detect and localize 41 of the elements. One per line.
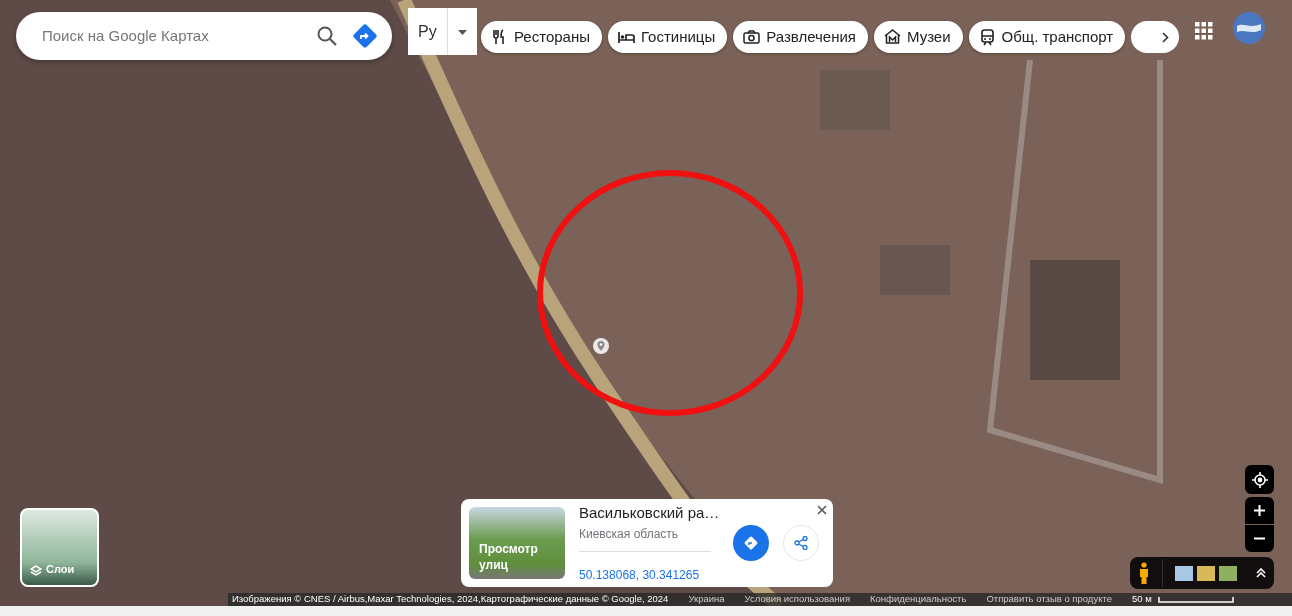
share-button[interactable] bbox=[783, 525, 820, 561]
footer-link[interactable]: Отправить отзыв о продукте bbox=[986, 592, 1112, 606]
plus-icon bbox=[1254, 505, 1265, 516]
street-view-button[interactable]: Просмотр улиц bbox=[469, 507, 565, 579]
camera-icon bbox=[743, 28, 761, 46]
close-icon[interactable] bbox=[817, 505, 827, 515]
museum-icon bbox=[883, 28, 901, 46]
category-chip[interactable]: Гостиницы bbox=[608, 21, 728, 53]
expand-icon[interactable] bbox=[1256, 568, 1266, 578]
directions-button[interactable] bbox=[733, 525, 770, 561]
layers-icon bbox=[30, 565, 42, 577]
scale-bar-icon bbox=[1157, 596, 1234, 603]
category-chip[interactable]: Развлечения bbox=[733, 21, 868, 53]
footer-link[interactable]: Конфиденциальность bbox=[870, 592, 967, 606]
pegman-icon[interactable] bbox=[1138, 562, 1150, 584]
apps-grid-icon[interactable] bbox=[1195, 22, 1213, 40]
attribution-text: Изображения © CNES / Airbus,Maxar Technologies, 2024,Картографические данные © Google, 2024 bbox=[232, 592, 669, 606]
place-region: Киевская область bbox=[579, 524, 711, 552]
search-icon[interactable] bbox=[316, 25, 338, 47]
minus-icon bbox=[1254, 537, 1265, 540]
location-target-icon bbox=[1251, 471, 1268, 488]
location-pin-icon bbox=[592, 337, 610, 355]
coordinates-link[interactable]: 50.138068, 30.341265 bbox=[579, 565, 720, 584]
my-location-button[interactable] bbox=[1245, 465, 1274, 494]
caret-icon bbox=[457, 29, 467, 35]
footer-link[interactable]: Украина bbox=[688, 592, 725, 606]
scale-label: 50 м bbox=[1131, 592, 1152, 606]
footer-link[interactable]: Условия использования bbox=[744, 592, 851, 606]
place-title: Васильковский ра… bbox=[579, 503, 720, 524]
category-chip[interactable]: Общ. транспорт bbox=[968, 21, 1126, 53]
category-chip[interactable]: Рестораны bbox=[481, 21, 602, 53]
zoom-in-button[interactable] bbox=[1245, 497, 1274, 524]
chevron-right-icon bbox=[1162, 31, 1170, 43]
search-box[interactable]: Поиск на Google Картах bbox=[16, 12, 392, 60]
category-chip[interactable]: Музеи bbox=[873, 21, 963, 53]
zoom-out-button[interactable] bbox=[1245, 525, 1274, 552]
sky-thumbnail[interactable] bbox=[1175, 565, 1193, 581]
foliage-thumbnail[interactable] bbox=[1219, 565, 1237, 581]
field-thumbnail[interactable] bbox=[1197, 565, 1215, 581]
share-icon bbox=[794, 536, 809, 550]
train-icon bbox=[978, 28, 996, 46]
